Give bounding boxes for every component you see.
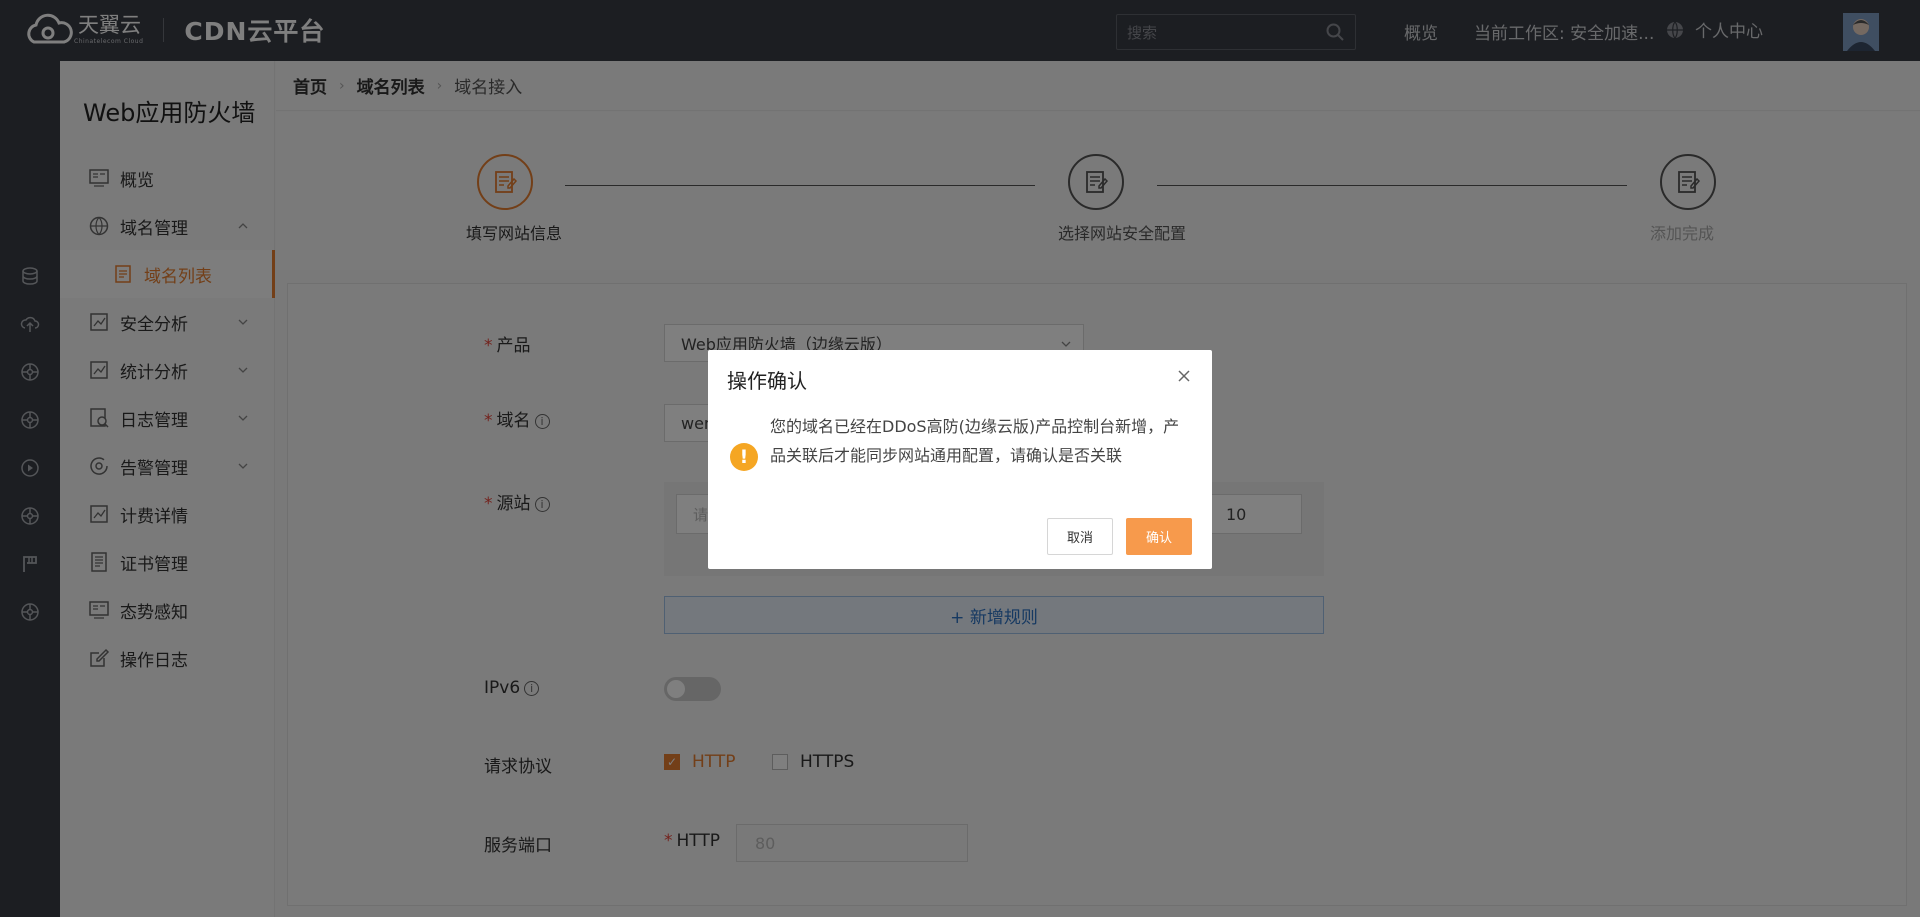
confirm-dialog: 操作确认 ! 您的域名已经在DDoS高防(边缘云版)产品控制台新增，产品关联后才… xyxy=(708,350,1212,569)
dialog-message: 您的域名已经在DDoS高防(边缘云版)产品控制台新增，产品关联后才能同步网站通用… xyxy=(770,417,1180,465)
warning-icon: ! xyxy=(730,443,758,471)
cancel-button[interactable]: 取消 xyxy=(1047,518,1113,555)
dialog-title: 操作确认 xyxy=(727,369,807,393)
close-icon[interactable] xyxy=(1176,368,1192,384)
confirm-button[interactable]: 确认 xyxy=(1126,518,1192,555)
